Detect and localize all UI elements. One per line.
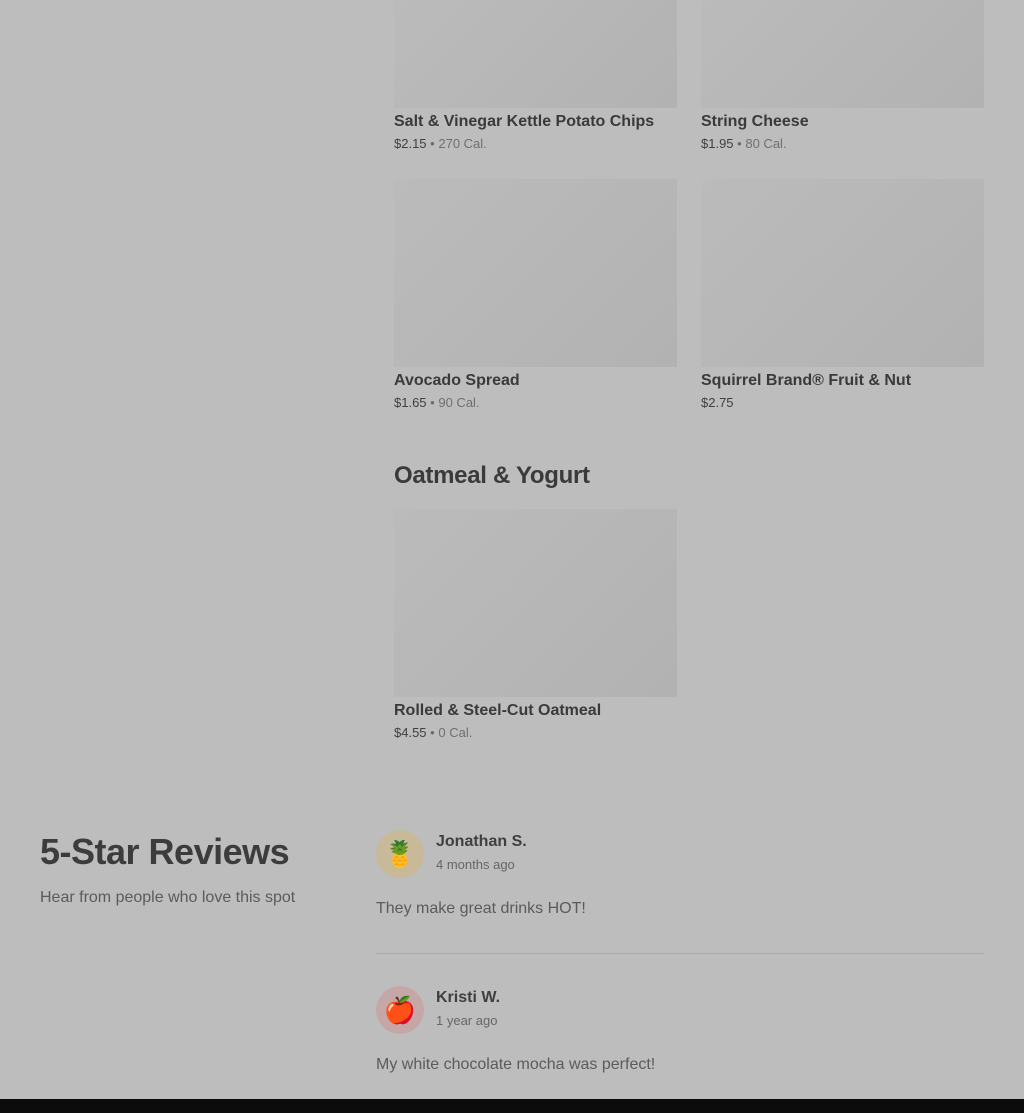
menu-item-name[interactable]: String Cheese bbox=[701, 113, 984, 131]
review-divider bbox=[376, 953, 984, 954]
menu-item-price: $4.55 bbox=[394, 725, 427, 740]
menu-item-card[interactable]: Rolled & Steel-Cut Oatmeal $4.55 • 0 Cal… bbox=[394, 509, 677, 740]
reviewer-info: Jonathan S. 4 months ago bbox=[436, 830, 527, 873]
review-header: 🍍 Jonathan S. 4 months ago bbox=[376, 830, 984, 878]
menu-item-name[interactable]: Rolled & Steel-Cut Oatmeal bbox=[394, 702, 677, 720]
menu-item-meta: $2.75 bbox=[701, 396, 984, 410]
reviews-title: 5-Star Reviews bbox=[40, 831, 290, 872]
apple-icon: 🍎 bbox=[376, 986, 424, 1034]
menu-item-calories: 90 Cal. bbox=[438, 395, 480, 410]
menu-item-image[interactable] bbox=[701, 0, 984, 108]
menu-item-meta: $1.65 • 90 Cal. bbox=[394, 396, 677, 410]
menu-item-meta: $1.95 • 80 Cal. bbox=[701, 137, 984, 151]
menu-item-image[interactable] bbox=[394, 0, 677, 108]
review-text: They make great drinks HOT! bbox=[376, 900, 586, 917]
reviews-header: 5-Star Reviews Hear from people who love… bbox=[40, 830, 340, 909]
meta-separator: • bbox=[430, 725, 435, 740]
menu-item-name[interactable]: Salt & Vinegar Kettle Potato Chips bbox=[394, 113, 677, 131]
review-item: 🍎 Kristi W. 1 year ago My white chocolat… bbox=[376, 986, 984, 1076]
reviews-list: 🍍 Jonathan S. 4 months ago They make gre… bbox=[376, 830, 984, 1076]
bottom-bar bbox=[0, 1099, 1024, 1113]
menu-item-image[interactable] bbox=[394, 179, 677, 367]
menu-item-calories: 270 Cal. bbox=[438, 136, 487, 151]
reviewer-name: Kristi W. bbox=[436, 989, 501, 1006]
pineapple-icon: 🍍 bbox=[376, 830, 424, 878]
menu-item-image[interactable] bbox=[394, 509, 677, 697]
menu-item-image[interactable] bbox=[701, 179, 984, 367]
meta-separator: • bbox=[430, 136, 435, 151]
menu-item-name[interactable]: Avocado Spread bbox=[394, 372, 677, 390]
menu-item-price: $1.95 bbox=[701, 136, 734, 151]
reviewer-info: Kristi W. 1 year ago bbox=[436, 986, 500, 1029]
section-title-oatmeal-yogurt: Oatmeal & Yogurt bbox=[394, 462, 590, 489]
reviewer-name: Jonathan S. bbox=[436, 833, 527, 850]
menu-item-name[interactable]: Squirrel Brand® Fruit & Nut bbox=[701, 372, 984, 390]
review-time: 1 year ago bbox=[436, 1013, 498, 1028]
review-time: 4 months ago bbox=[436, 857, 515, 872]
menu-item-price: $2.75 bbox=[701, 395, 734, 410]
review-header: 🍎 Kristi W. 1 year ago bbox=[376, 986, 984, 1034]
reviews-subtitle: Hear from people who love this spot bbox=[40, 889, 296, 906]
menu-grid-row: Salt & Vinegar Kettle Potato Chips $2.15… bbox=[394, 0, 984, 151]
menu-item-card[interactable]: Salt & Vinegar Kettle Potato Chips $2.15… bbox=[394, 0, 677, 151]
menu-item-meta: $2.15 • 270 Cal. bbox=[394, 137, 677, 151]
menu-grid-row: Avocado Spread $1.65 • 90 Cal. Squirrel … bbox=[394, 179, 984, 410]
menu-item-price: $1.65 bbox=[394, 395, 427, 410]
meta-separator: • bbox=[737, 136, 742, 151]
menu-item-card[interactable]: Avocado Spread $1.65 • 90 Cal. bbox=[394, 179, 677, 410]
menu-item-card[interactable]: Squirrel Brand® Fruit & Nut $2.75 bbox=[701, 179, 984, 410]
menu-item-meta: $4.55 • 0 Cal. bbox=[394, 726, 677, 740]
meta-separator: • bbox=[430, 395, 435, 410]
menu-item-calories: 80 Cal. bbox=[745, 136, 787, 151]
menu-item-price: $2.15 bbox=[394, 136, 427, 151]
review-item: 🍍 Jonathan S. 4 months ago They make gre… bbox=[376, 830, 984, 920]
menu-grid-row: Rolled & Steel-Cut Oatmeal $4.55 • 0 Cal… bbox=[394, 509, 984, 740]
review-text: My white chocolate mocha was perfect! bbox=[376, 1056, 656, 1073]
menu-item-calories: 0 Cal. bbox=[438, 725, 473, 740]
menu-item-card[interactable]: String Cheese $1.95 • 80 Cal. bbox=[701, 0, 984, 151]
